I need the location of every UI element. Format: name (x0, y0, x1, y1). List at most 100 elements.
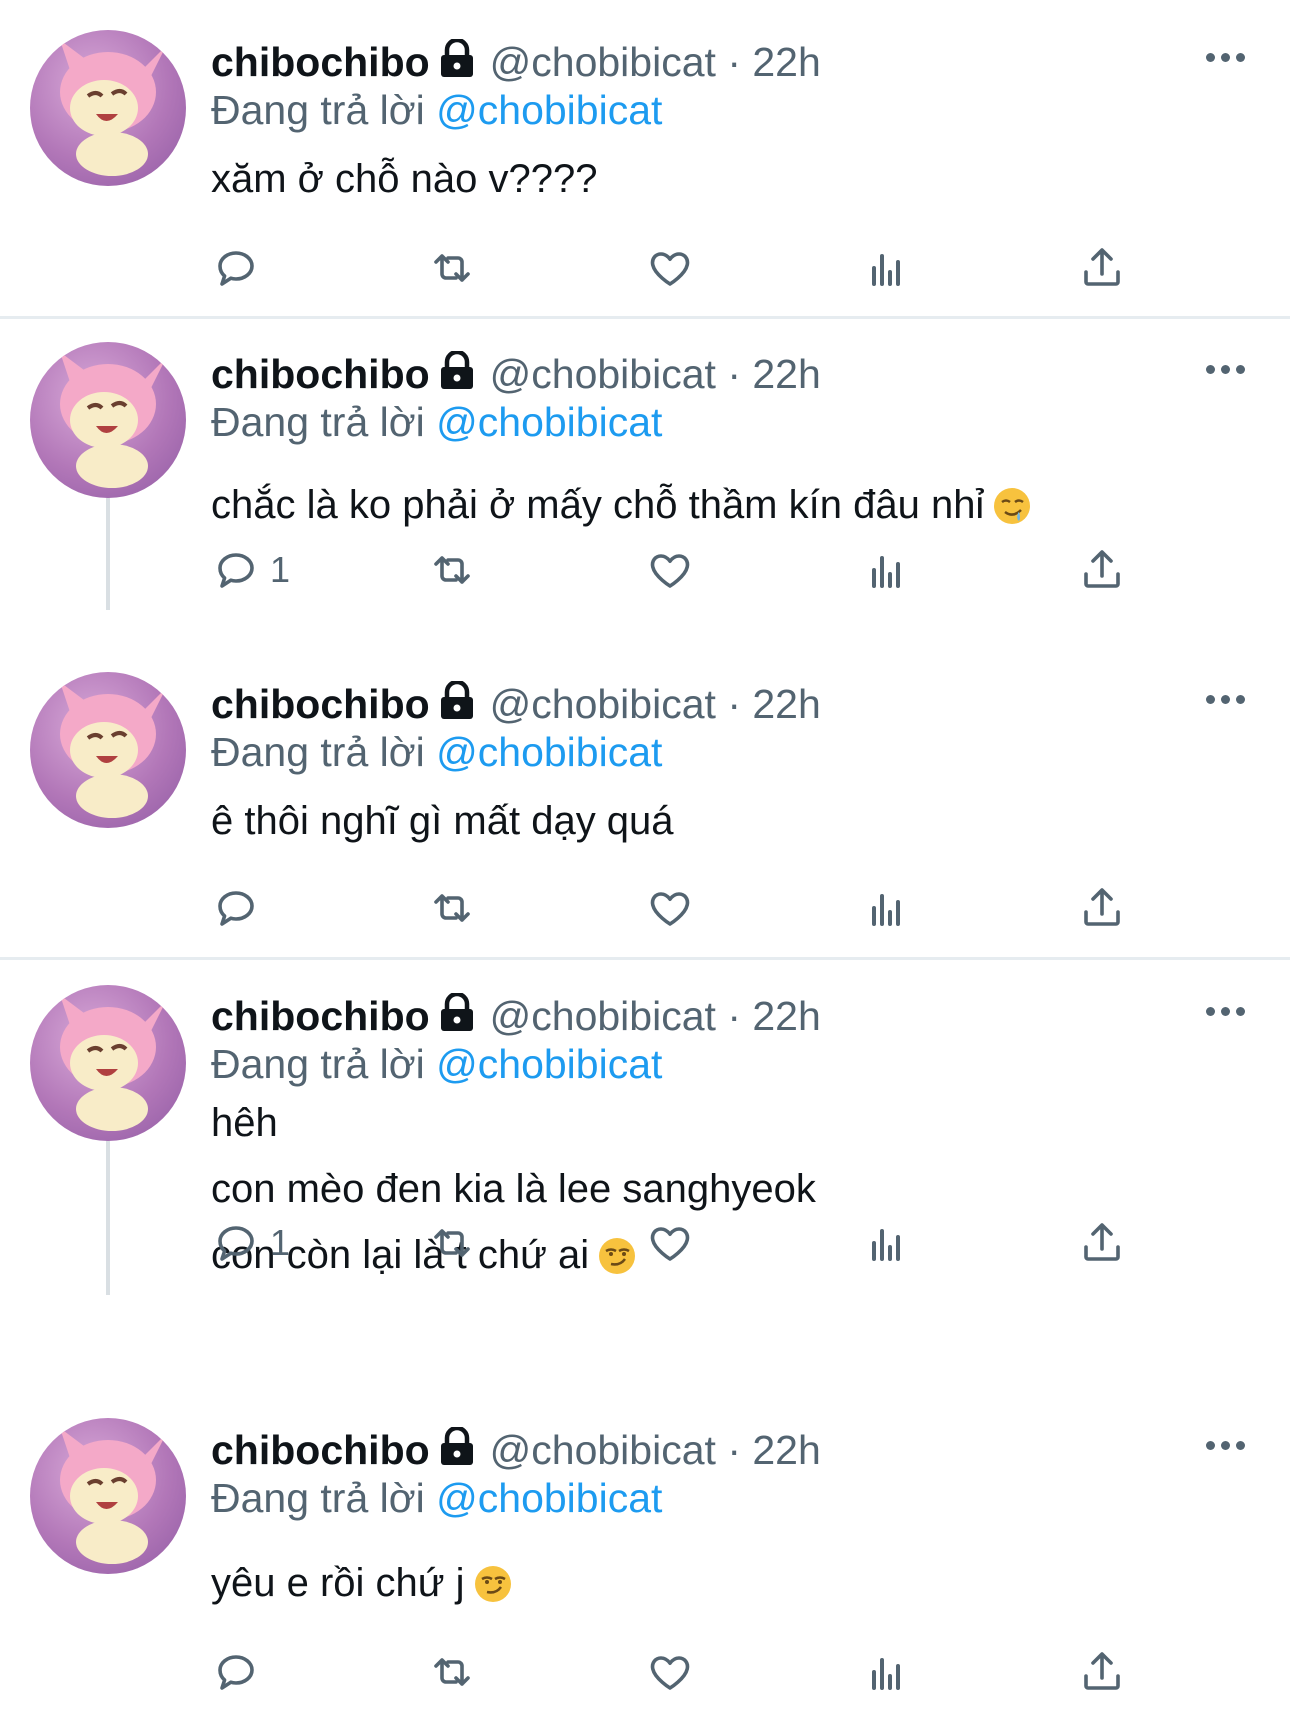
display-name[interactable]: chibochibo (211, 351, 430, 397)
like-button[interactable] (646, 878, 694, 938)
views-button[interactable] (862, 1213, 910, 1273)
timestamp[interactable]: 22h (752, 681, 820, 727)
like-button[interactable] (646, 1642, 694, 1702)
replying-label: Đang trả lời (211, 399, 425, 445)
retweet-icon (434, 254, 470, 282)
mention-link[interactable]: @chobibicat (436, 1475, 662, 1521)
avatar[interactable] (30, 342, 186, 498)
tweet[interactable]: chibochibo @chobibicat · 22h Đang trả lời… (0, 648, 1290, 957)
retweet-button[interactable] (428, 1642, 476, 1702)
handle[interactable]: @chobibicat (490, 39, 716, 85)
action-bar: 1 (0, 540, 1290, 600)
reply-icon (218, 1226, 254, 1261)
tweet[interactable]: chibochibo @chobibicat · 22h Đang trả lời… (0, 1400, 1290, 1717)
reply-button[interactable] (212, 1642, 260, 1702)
tweet[interactable]: chibochibo @chobibicat · 22h Đang trả lời… (0, 960, 1290, 1420)
separator-dot: · (727, 351, 741, 397)
reply-button[interactable]: 1 (212, 540, 290, 600)
retweet-icon (434, 556, 470, 584)
mention-link[interactable]: @chobibicat (436, 87, 662, 133)
tweet-text: ê thôi nghĩ gì mất dạy quá (211, 788, 674, 854)
action-bar (0, 1642, 1290, 1702)
views-icon (872, 254, 900, 286)
tweet[interactable]: chibochibo @chobibicat · 22h Đang trả lời… (0, 318, 1290, 648)
share-icon (1084, 1223, 1120, 1261)
mention-link[interactable]: @chobibicat (436, 1041, 662, 1087)
avatar[interactable] (30, 1418, 186, 1574)
tweet[interactable]: chibochibo @chobibicat · 22h Đang trả lời… (0, 0, 1290, 316)
more-icon[interactable] (1206, 1438, 1246, 1452)
mention-link[interactable]: @chobibicat (436, 729, 662, 775)
retweet-button[interactable] (428, 540, 476, 600)
tweet-header: chibochibo @chobibicat · 22h (211, 991, 821, 1043)
more-icon[interactable] (1206, 50, 1246, 64)
handle[interactable]: @chobibicat (490, 1427, 716, 1473)
avatar[interactable] (30, 985, 186, 1141)
tweet-text-line: chắc là ko phải ở mấy chỗ thầm kín đâu n… (211, 472, 1032, 546)
replying-label: Đang trả lời (211, 729, 425, 775)
tweet-text: yêu e rồi chứ j (211, 1550, 513, 1624)
heart-icon (650, 1227, 690, 1261)
tweet-header: chibochibo @chobibicat · 22h (211, 349, 821, 401)
handle[interactable]: @chobibicat (490, 681, 716, 727)
replying-to: Đang trả lời @chobibicat (211, 86, 662, 134)
replying-label: Đang trả lời (211, 1475, 425, 1521)
drooling-face-icon (992, 480, 1032, 546)
share-button[interactable] (1078, 878, 1126, 938)
more-icon[interactable] (1206, 362, 1246, 376)
avatar[interactable] (30, 30, 186, 186)
reply-icon (218, 553, 254, 588)
retweet-icon (434, 1229, 470, 1257)
reply-button[interactable] (212, 238, 260, 298)
heart-icon (650, 252, 690, 286)
replying-to: Đang trả lời @chobibicat (211, 728, 662, 776)
replying-to: Đang trả lời @chobibicat (211, 1040, 662, 1088)
lock-icon (438, 349, 476, 401)
avatar-image (60, 352, 166, 488)
tweet-text: chắc là ko phải ở mấy chỗ thầm kín đâu n… (211, 472, 1032, 546)
like-button[interactable] (646, 540, 694, 600)
timestamp[interactable]: 22h (752, 39, 820, 85)
timestamp[interactable]: 22h (752, 993, 820, 1039)
reply-count: 1 (270, 1222, 291, 1263)
retweet-button[interactable] (428, 238, 476, 298)
share-button[interactable] (1078, 1642, 1126, 1702)
share-icon (1084, 248, 1120, 286)
views-icon (872, 556, 900, 588)
reply-button[interactable] (212, 878, 260, 938)
reply-button[interactable]: 1 (212, 1213, 290, 1273)
display-name[interactable]: chibochibo (211, 1427, 430, 1473)
share-icon (1084, 550, 1120, 588)
lock-icon (438, 1425, 476, 1477)
handle[interactable]: @chobibicat (490, 351, 716, 397)
timestamp[interactable]: 22h (752, 351, 820, 397)
tweet-text-span: yêu e rồi chứ j (211, 1561, 465, 1605)
lock-icon (438, 991, 476, 1043)
timestamp[interactable]: 22h (752, 1427, 820, 1473)
views-button[interactable] (862, 540, 910, 600)
share-button[interactable] (1078, 540, 1126, 600)
views-icon (872, 894, 900, 926)
tweet-header: chibochibo @chobibicat · 22h (211, 37, 821, 89)
handle[interactable]: @chobibicat (490, 993, 716, 1039)
share-button[interactable] (1078, 238, 1126, 298)
like-button[interactable] (646, 238, 694, 298)
separator-dot: · (727, 1427, 741, 1473)
views-button[interactable] (862, 238, 910, 298)
views-button[interactable] (862, 1642, 910, 1702)
tweet-text-line: hêh (211, 1101, 278, 1145)
display-name[interactable]: chibochibo (211, 993, 430, 1039)
display-name[interactable]: chibochibo (211, 39, 430, 85)
tweet-text: xăm ở chỗ nào v???? (211, 146, 597, 212)
avatar[interactable] (30, 672, 186, 828)
display-name[interactable]: chibochibo (211, 681, 430, 727)
views-icon (872, 1229, 900, 1261)
views-button[interactable] (862, 878, 910, 938)
retweet-button[interactable] (428, 1213, 476, 1273)
share-button[interactable] (1078, 1213, 1126, 1273)
more-icon[interactable] (1206, 692, 1246, 706)
retweet-button[interactable] (428, 878, 476, 938)
like-button[interactable] (646, 1213, 694, 1273)
more-icon[interactable] (1206, 1004, 1246, 1018)
mention-link[interactable]: @chobibicat (436, 399, 662, 445)
